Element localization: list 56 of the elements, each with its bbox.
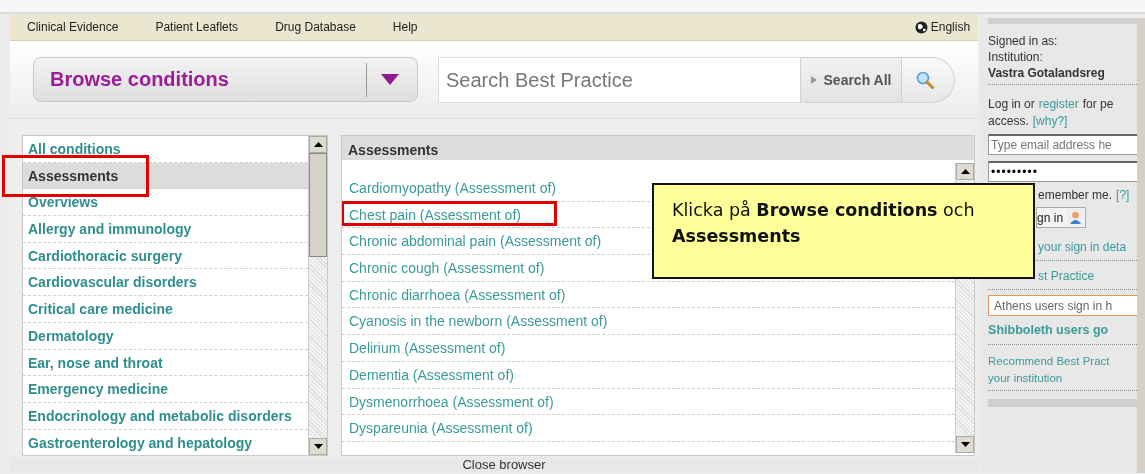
result-link[interactable]: Dysmenorrhoea (Assessment of) xyxy=(349,390,554,413)
signed-in-label: Signed in as: xyxy=(988,33,1059,49)
login-text: Log in or xyxy=(988,97,1035,111)
recommend-link[interactable]: Recommend Best Pract your institution xyxy=(988,353,1137,391)
result-link[interactable]: Cardiomyopathy (Assessment of) xyxy=(349,177,556,199)
email-field[interactable]: Type email address he xyxy=(988,134,1137,155)
result-link[interactable]: Delirium (Assessment of) xyxy=(349,337,506,360)
callout-tooltip: Klicka på Browse conditions och Assessments xyxy=(652,183,1035,279)
nav-link[interactable]: Help xyxy=(392,20,418,34)
nav-link[interactable]: Clinical Evidence xyxy=(27,20,119,34)
search-icon xyxy=(916,71,934,89)
shibboleth-link[interactable]: Shibboleth users go xyxy=(988,322,1137,345)
language-link[interactable]: English xyxy=(914,20,971,34)
play-icon xyxy=(810,76,817,84)
browse-dropdown[interactable]: Browse conditions xyxy=(33,57,418,102)
scroll-down-button[interactable] xyxy=(956,436,974,453)
close-browser-link[interactable]: Close browser xyxy=(462,457,546,473)
login-text: for pe xyxy=(1082,97,1114,111)
institution-name: Vastra Gotalandsreg xyxy=(988,65,1137,85)
scroll-up-button[interactable] xyxy=(309,136,327,153)
best-practice-link[interactable]: st Practice xyxy=(1038,269,1095,283)
search-field[interactable]: Search Best Practice xyxy=(438,57,800,103)
access-text: access. xyxy=(988,114,1029,128)
result-link[interactable]: Chronic cough (Assessment of) xyxy=(349,257,545,280)
nav-link[interactable]: Drug Database xyxy=(275,20,356,34)
caret-down-icon xyxy=(313,444,323,449)
search-all-button[interactable]: Search All xyxy=(800,57,902,103)
result-link[interactable]: Chest pain (Assessment of) xyxy=(349,203,521,226)
scrollbar-thumb[interactable] xyxy=(309,153,327,257)
result-link[interactable]: Dementia (Assessment of) xyxy=(349,363,514,386)
forgot-link[interactable]: your sign in deta xyxy=(1038,240,1127,254)
why-link[interactable]: [why?] xyxy=(1032,114,1068,128)
caret-down-icon xyxy=(960,442,970,447)
scrollbar[interactable] xyxy=(308,136,327,455)
caret-up-icon xyxy=(313,142,323,147)
results-heading: Assessments xyxy=(342,136,974,160)
result-link[interactable]: Chronic diarrhoea (Assessment of) xyxy=(349,283,566,306)
search-button[interactable] xyxy=(902,57,955,103)
person-icon xyxy=(1067,209,1085,226)
sign-in-button[interactable]: gn in xyxy=(1036,207,1087,228)
category-item[interactable]: Assessments xyxy=(23,162,308,190)
scroll-up-button[interactable] xyxy=(956,163,974,180)
password-field[interactable]: ••••••••• xyxy=(988,161,1137,182)
result-link[interactable]: Chronic abdominal pain (Assessment of) xyxy=(349,230,602,253)
globe-icon xyxy=(914,20,928,34)
remember-label: emember me. xyxy=(1038,188,1113,202)
result-link[interactable]: Dyspareunia (Assessment of) xyxy=(349,417,533,440)
caret-up-icon xyxy=(960,169,970,174)
scroll-down-button[interactable] xyxy=(309,438,327,455)
nav-link[interactable]: Patient Leaflets xyxy=(155,20,239,34)
result-link[interactable]: Cyanosis in the newborn (Assessment of) xyxy=(349,310,608,333)
institution-label: Institution: xyxy=(988,49,1044,65)
register-link[interactable]: register xyxy=(1038,97,1079,111)
caret-down-icon xyxy=(381,74,399,85)
help-link[interactable]: [?] xyxy=(1116,188,1130,202)
athens-sign-in-button[interactable]: Athens users sign in h xyxy=(988,295,1137,316)
